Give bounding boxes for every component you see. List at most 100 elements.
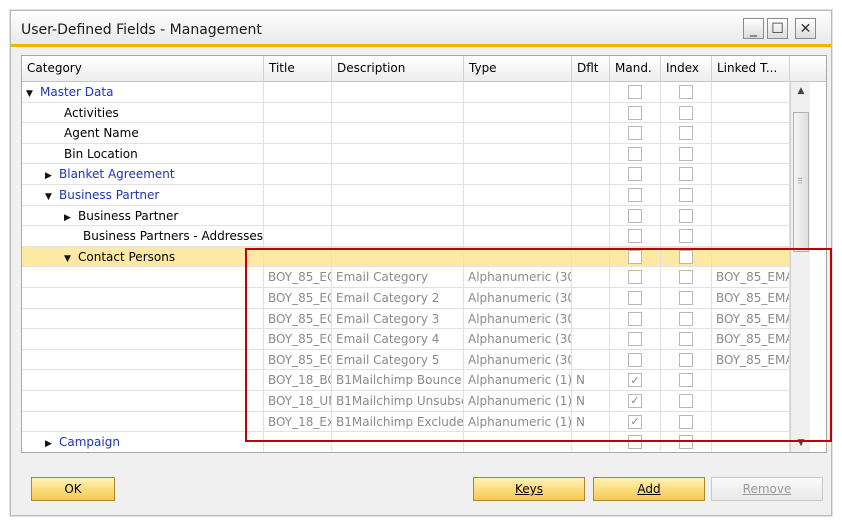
cell-dflt[interactable] <box>572 432 610 452</box>
checkbox-icon[interactable] <box>679 332 693 347</box>
cell-mand[interactable] <box>610 432 661 452</box>
collapse-arrow-icon[interactable]: ▼ <box>64 254 78 264</box>
cell-description[interactable]: Email Category 5 <box>332 349 464 371</box>
cell-description[interactable]: B1Mailchimp Exclude <box>332 411 464 433</box>
cell-title[interactable] <box>264 102 332 124</box>
checkbox-icon[interactable] <box>628 167 642 182</box>
field-row[interactable]: BOY_85_EC Email Category 2 Alphanumeric (3… <box>22 287 790 309</box>
column-header-mand[interactable]: Mand. <box>610 56 661 82</box>
expand-arrow-icon[interactable]: ▶ <box>64 213 78 223</box>
cell-index[interactable] <box>661 143 712 165</box>
cell-category[interactable] <box>22 329 264 350</box>
expand-arrow-icon[interactable]: ▶ <box>45 171 59 181</box>
field-row[interactable]: BOY_85_EC Email Category 5 Alphanumeric (3… <box>22 349 790 371</box>
cell-title[interactable]: BOY_18_BC <box>264 370 332 391</box>
cell-description[interactable]: Email Category 4 <box>332 329 464 350</box>
cell-dflt[interactable] <box>572 226 610 247</box>
cell-category[interactable] <box>22 287 264 309</box>
cell-description[interactable]: B1Mailchimp Bounce <box>332 370 464 391</box>
checkbox-icon[interactable] <box>679 270 693 285</box>
cell-linked[interactable] <box>712 82 790 103</box>
cell-mand[interactable] <box>610 349 661 371</box>
cell-category[interactable]: ▶ Business Partner <box>22 205 264 227</box>
checkbox-icon[interactable] <box>628 229 642 244</box>
cell-dflt[interactable] <box>572 308 610 330</box>
cell-linked[interactable] <box>712 432 790 452</box>
checkbox-icon[interactable] <box>628 332 642 347</box>
cell-index[interactable] <box>661 411 712 433</box>
cell-category[interactable] <box>22 411 264 433</box>
cell-type[interactable]: Alphanumeric (30 <box>464 329 572 350</box>
cell-mand[interactable] <box>610 287 661 309</box>
cell-type[interactable] <box>464 246 572 268</box>
cell-category[interactable] <box>22 308 264 330</box>
cell-category[interactable]: Activities <box>22 102 264 124</box>
cell-mand[interactable] <box>610 329 661 350</box>
checkbox-icon[interactable] <box>628 105 642 120</box>
tree-row[interactable]: Bin Location <box>22 143 790 165</box>
checkbox-icon[interactable] <box>679 187 693 202</box>
cell-category[interactable]: ▼ Contact Persons <box>22 246 264 268</box>
cell-index[interactable] <box>661 390 712 412</box>
checkbox-icon[interactable] <box>679 229 693 244</box>
cell-type[interactable] <box>464 143 572 165</box>
cell-type[interactable]: Alphanumeric (30 <box>464 349 572 371</box>
cell-linked[interactable] <box>712 370 790 391</box>
cell-index[interactable] <box>661 308 712 330</box>
cell-dflt[interactable] <box>572 184 610 206</box>
cell-title[interactable] <box>264 226 332 247</box>
cell-linked[interactable] <box>712 143 790 165</box>
checkbox-icon[interactable] <box>679 208 693 223</box>
cell-mand[interactable] <box>610 82 661 103</box>
checkbox-icon[interactable] <box>679 352 693 367</box>
cell-description[interactable]: B1Mailchimp Unsubscri <box>332 390 464 412</box>
cell-linked[interactable] <box>712 226 790 247</box>
cell-linked[interactable] <box>712 164 790 185</box>
cell-index[interactable] <box>661 287 712 309</box>
vertical-scrollbar[interactable]: ▲ ⠿ ▼ <box>790 82 810 452</box>
checked-checkbox-icon[interactable]: ✓ <box>628 373 642 388</box>
cell-linked[interactable] <box>712 102 790 124</box>
cell-category[interactable]: ▼ Master Data <box>22 82 264 103</box>
cell-title[interactable]: BOY_18_Ex <box>264 411 332 433</box>
cell-type[interactable]: Alphanumeric (1) <box>464 370 572 391</box>
cell-description[interactable] <box>332 164 464 185</box>
cell-index[interactable] <box>661 370 712 391</box>
checkbox-icon[interactable] <box>679 435 693 450</box>
cell-description[interactable] <box>332 246 464 268</box>
cell-title[interactable]: BOY_18_UN <box>264 390 332 412</box>
scroll-down-icon[interactable]: ▼ <box>793 438 809 452</box>
keys-button[interactable]: Keys <box>473 477 585 501</box>
checkbox-icon[interactable] <box>628 352 642 367</box>
cell-description[interactable] <box>332 102 464 124</box>
checkbox-icon[interactable] <box>628 290 642 305</box>
cell-mand[interactable] <box>610 308 661 330</box>
checkbox-icon[interactable] <box>628 435 642 450</box>
cell-description[interactable] <box>332 226 464 247</box>
cell-description[interactable] <box>332 123 464 144</box>
cell-mand[interactable]: ✓ <box>610 390 661 412</box>
cell-title[interactable] <box>264 123 332 144</box>
cell-mand[interactable] <box>610 205 661 227</box>
cell-dflt[interactable] <box>572 205 610 227</box>
cell-mand[interactable] <box>610 123 661 144</box>
cell-dflt[interactable] <box>572 329 610 350</box>
cell-dflt[interactable]: N <box>572 390 610 412</box>
cell-index[interactable] <box>661 82 712 103</box>
column-header-title[interactable]: Title <box>264 56 332 82</box>
cell-type[interactable] <box>464 164 572 185</box>
cell-category[interactable] <box>22 390 264 412</box>
cell-index[interactable] <box>661 184 712 206</box>
column-header-dflt[interactable]: Dflt <box>572 56 610 82</box>
cell-mand[interactable] <box>610 102 661 124</box>
cell-category[interactable] <box>22 349 264 371</box>
cell-description[interactable] <box>332 143 464 165</box>
cell-type[interactable] <box>464 184 572 206</box>
checkbox-icon[interactable] <box>679 105 693 120</box>
cell-type[interactable]: Alphanumeric (30 <box>464 287 572 309</box>
cell-mand[interactable] <box>610 164 661 185</box>
checkbox-icon[interactable] <box>628 187 642 202</box>
cell-type[interactable] <box>464 82 572 103</box>
cell-dflt[interactable] <box>572 267 610 288</box>
cell-category[interactable] <box>22 267 264 288</box>
